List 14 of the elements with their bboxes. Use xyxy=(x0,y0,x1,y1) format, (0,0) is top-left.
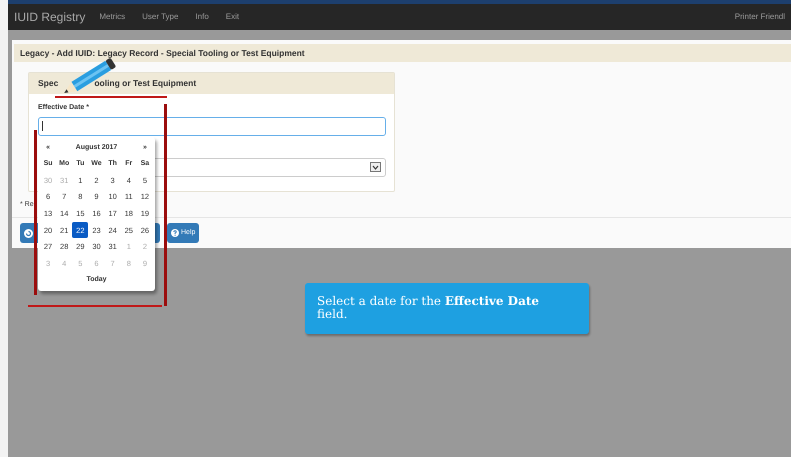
question-icon xyxy=(171,229,179,237)
nav-link[interactable]: Exit xyxy=(226,11,240,23)
brand-link[interactable]: IUID Registry xyxy=(14,8,86,26)
refresh-icon xyxy=(24,228,33,238)
date-input-field[interactable] xyxy=(38,116,386,136)
callout-text: Select a date for the Effective Date field. xyxy=(305,283,589,334)
nav-link[interactable]: Metrics xyxy=(99,11,126,23)
section-title: Spec xyxy=(38,77,58,90)
printer-friendly-link[interactable]: Printer Friendl xyxy=(734,11,785,23)
dropdown-arrow-icon xyxy=(370,162,381,172)
section-title: ooling or Test Equipment xyxy=(94,77,196,90)
nav-link[interactable]: Info xyxy=(195,11,209,23)
page-title: Legacy - Add IUID: Legacy Record - Special Tooling or Test Equipment xyxy=(20,46,305,60)
nav-link[interactable]: User Type xyxy=(142,11,178,23)
